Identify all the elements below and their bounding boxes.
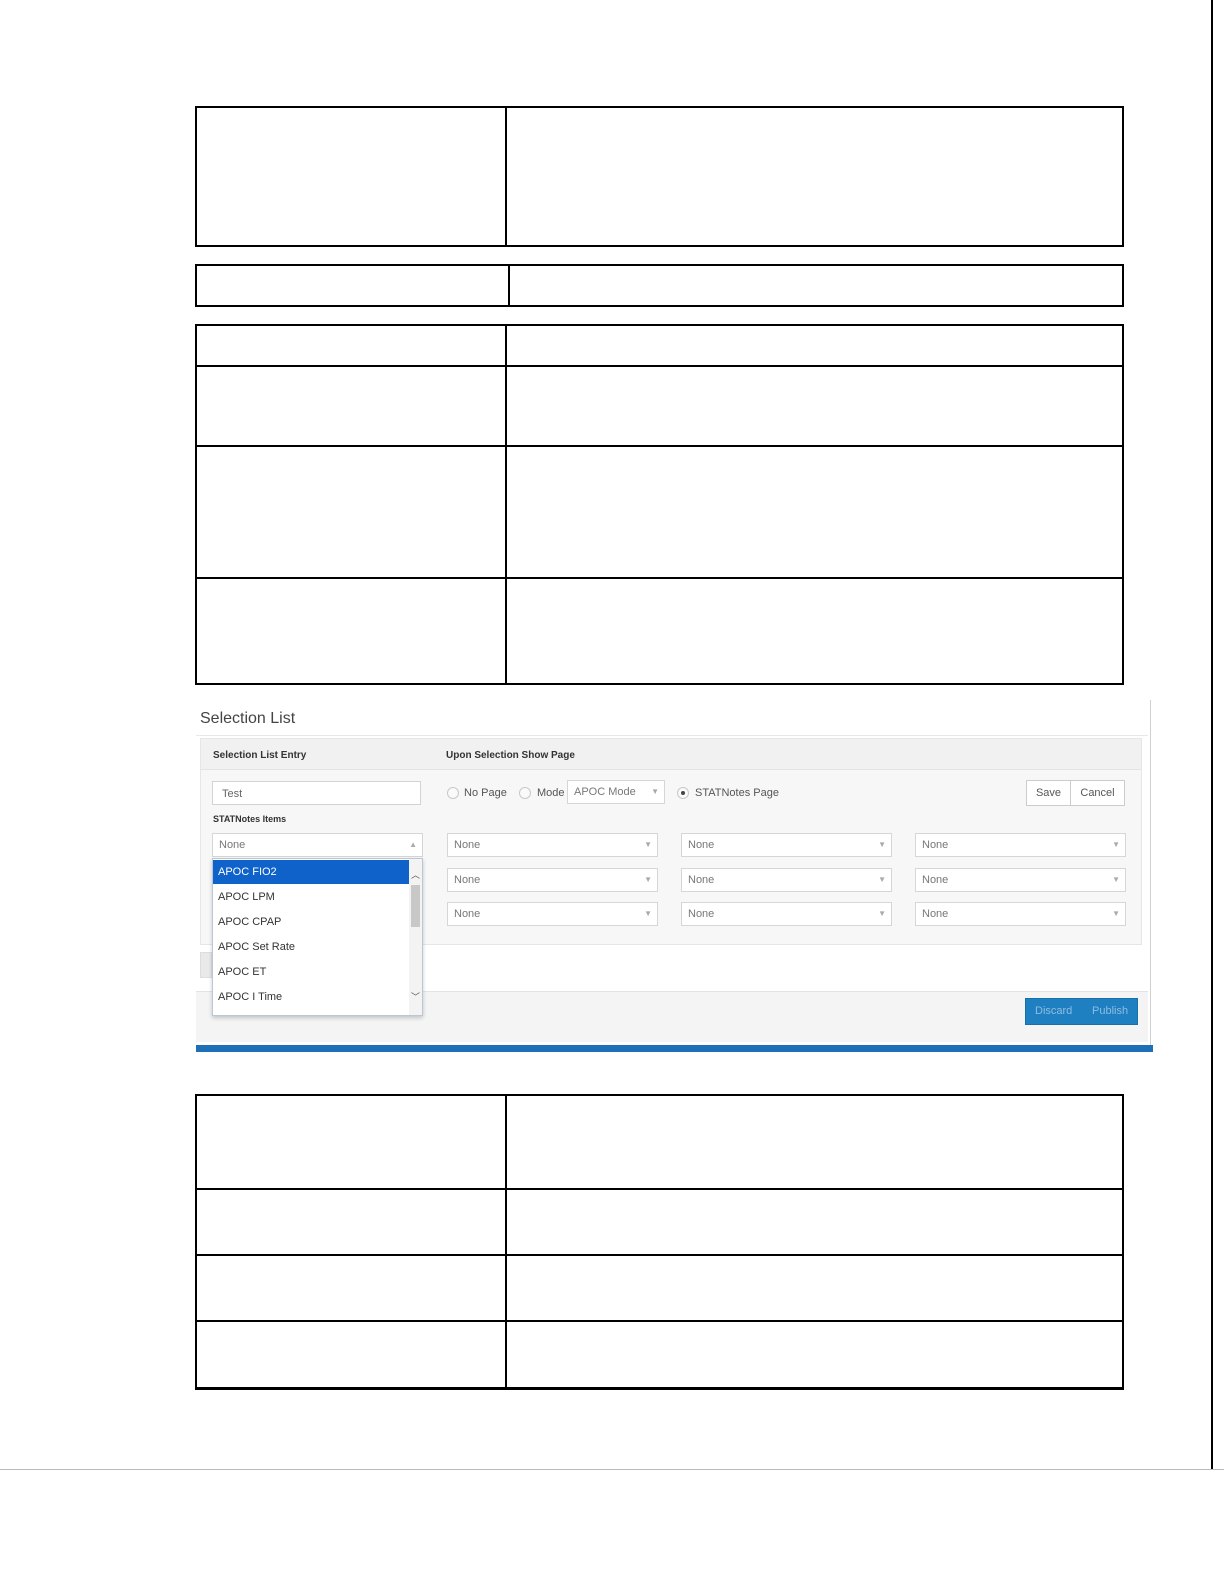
chevron-down-icon: ▼ (644, 840, 652, 849)
entry-label: Selection List Entry (213, 750, 307, 761)
page-right-border (1211, 0, 1213, 1470)
chevron-down-icon: ▼ (644, 909, 652, 918)
chevron-down-icon: ▼ (878, 909, 886, 918)
mode-label: Mode (537, 787, 565, 799)
add-row-button[interactable] (200, 952, 212, 978)
mode-select-value: APOC Mode (574, 786, 636, 798)
item-select[interactable]: None ▼ (915, 868, 1126, 892)
dropdown-item[interactable]: APOC Set Rate (213, 935, 409, 959)
selection-list-panel: Selection List Selection List Entry Upon… (196, 700, 1153, 1052)
dropdown-item[interactable]: APOC I Time (213, 985, 409, 1009)
dropdown-item[interactable]: APOC ET (213, 960, 409, 984)
definition-table-2 (195, 264, 1124, 307)
table-cell (505, 577, 1124, 685)
show-page-label: Upon Selection Show Page (446, 750, 575, 761)
no-page-radio[interactable] (447, 787, 459, 799)
discard-publish-buttons[interactable]: Discard Publish (1025, 998, 1138, 1025)
item-select-value: None (688, 908, 715, 920)
item-select[interactable]: None ▼ (447, 902, 658, 926)
item-select[interactable]: None ▼ (915, 902, 1126, 926)
items-label: STATNotes Items (213, 814, 287, 824)
table-cell (195, 324, 507, 367)
item-select-value: None (922, 874, 949, 886)
statnotes-page-radio[interactable] (677, 787, 689, 799)
table-cell (505, 445, 1124, 579)
table-cell (195, 264, 510, 307)
panel-title-divider (196, 735, 1148, 736)
chevron-up-icon[interactable]: ︿ (410, 868, 421, 881)
table-cell (195, 365, 507, 447)
chevron-down-icon: ▼ (1112, 840, 1120, 849)
table-cell (505, 1188, 1124, 1256)
chevron-down-icon: ▼ (878, 875, 886, 884)
item-select-value: None (454, 839, 481, 851)
table-cell (505, 106, 1124, 247)
dropdown-scrollbar[interactable]: ︿ ﹀ (409, 859, 422, 1015)
panel-bottom-bar (196, 1045, 1153, 1052)
item-select[interactable]: None ▼ (447, 833, 658, 857)
item-select-value: None (454, 908, 481, 920)
table-cell (195, 1254, 507, 1322)
table-cell (195, 106, 507, 247)
item-select[interactable]: None ▼ (447, 868, 658, 892)
dropdown-item[interactable]: APOC FIO2 (213, 860, 409, 884)
item-select[interactable]: None ▼ (681, 833, 892, 857)
table-cell (195, 1094, 507, 1190)
chevron-down-icon: ▲ (409, 840, 417, 849)
dropdown-item[interactable]: APOC CPAP (213, 910, 409, 934)
save-button[interactable]: Save (1026, 780, 1071, 806)
definition-table-1 (195, 106, 1124, 247)
chevron-down-icon: ▼ (878, 840, 886, 849)
items-dropdown[interactable]: APOC FIO2 APOC LPM APOC CPAP APOC Set Ra… (212, 858, 423, 1016)
cancel-button[interactable]: Cancel (1070, 780, 1125, 806)
table-cell (505, 1254, 1124, 1322)
dropdown-item[interactable]: APOC LPM (213, 885, 409, 909)
scrollbar-thumb[interactable] (411, 885, 420, 927)
chevron-down-icon: ▼ (1112, 909, 1120, 918)
chevron-down-icon: ▼ (651, 787, 659, 796)
page-footer-rule (0, 1469, 1224, 1470)
panel-title: Selection List (200, 710, 296, 727)
chevron-down-icon: ▼ (1112, 875, 1120, 884)
table-cell (505, 1094, 1124, 1190)
item-select-value: None (219, 839, 246, 851)
statnotes-page-label: STATNotes Page (695, 787, 779, 799)
publish-button[interactable]: Publish (1092, 1005, 1128, 1017)
item-select[interactable]: None ▼ (915, 833, 1126, 857)
definition-table-3 (195, 324, 1124, 685)
item-select[interactable]: None ▼ (681, 868, 892, 892)
table-cell (195, 1188, 507, 1256)
item-select-value: None (454, 874, 481, 886)
box-header (201, 739, 1141, 770)
item-select-value: None (688, 839, 715, 851)
table-cell (195, 445, 507, 579)
definition-table-4 (195, 1094, 1124, 1390)
table-cell (505, 324, 1124, 367)
item-select-value: None (688, 874, 715, 886)
discard-button[interactable]: Discard (1035, 1005, 1072, 1017)
mode-radio[interactable] (519, 787, 531, 799)
chevron-down-icon[interactable]: ﹀ (410, 990, 421, 1003)
table-cell (508, 264, 1124, 307)
panel-edge (1150, 700, 1151, 1045)
table-cell (505, 1320, 1124, 1390)
item-select[interactable]: None ▼ (681, 902, 892, 926)
item-select[interactable]: None ▲ (212, 833, 423, 857)
table-cell (505, 365, 1124, 447)
no-page-label: No Page (464, 787, 507, 799)
item-select-value: None (922, 908, 949, 920)
table-cell (195, 1320, 507, 1390)
entry-input[interactable]: Test (212, 781, 421, 805)
item-select-value: None (922, 839, 949, 851)
table-cell (195, 577, 507, 685)
chevron-down-icon: ▼ (644, 875, 652, 884)
mode-select[interactable]: APOC Mode ▼ (567, 780, 665, 804)
